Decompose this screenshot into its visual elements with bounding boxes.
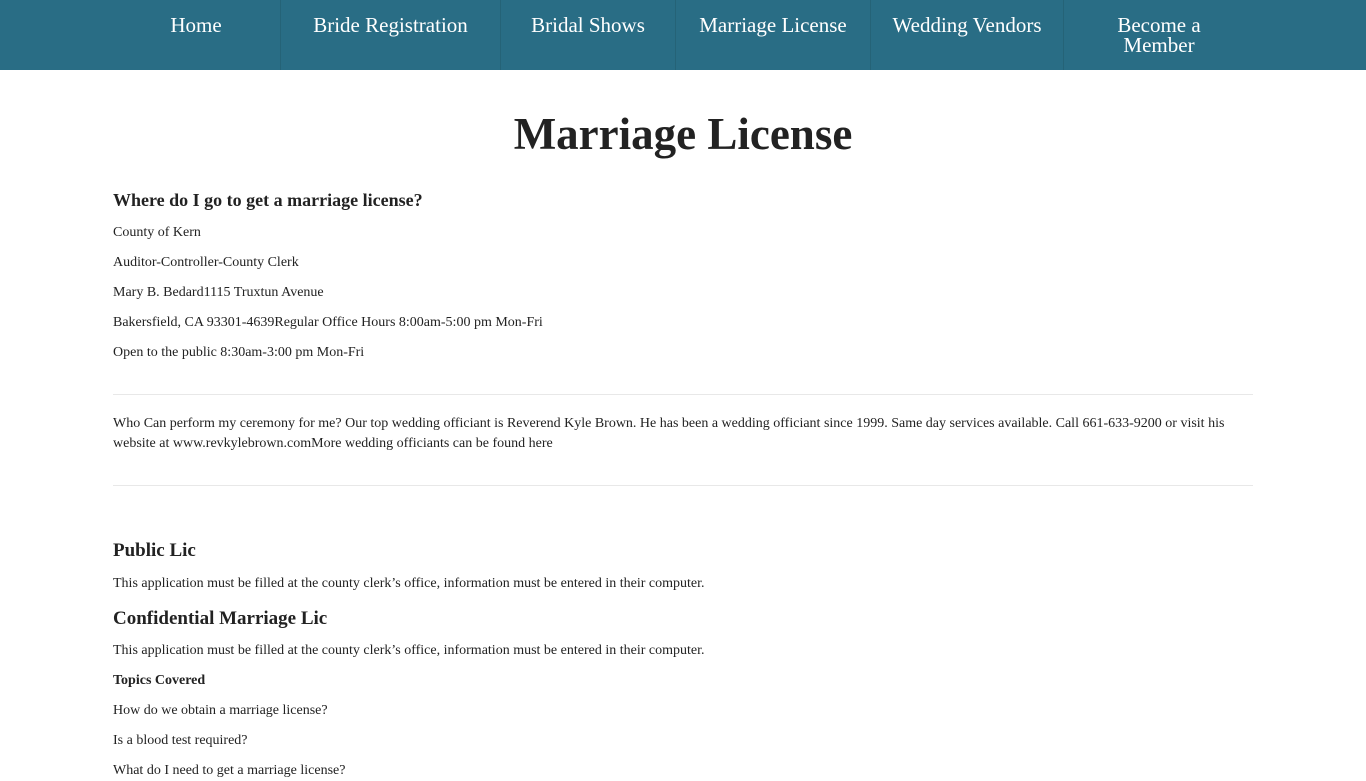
nav-item-marriage-license[interactable]: Marriage License [676,0,871,70]
address-line: Open to the public 8:30am-3:00 pm Mon-Fr… [113,345,365,360]
confidential-license-text: This application must be filled at the c… [113,643,705,658]
nav-item-label-line2: Member [1123,33,1195,57]
nav-item-label-line1: Become a [1117,13,1201,37]
topics-heading: Topics Covered [113,673,206,688]
main-navigation: Home Bride Registration Bridal Shows Mar… [0,0,1366,70]
address-line: County of Kern [113,225,201,240]
page-title: Marriage License [513,109,853,159]
divider [113,394,1253,395]
topic-item: What do I need to get a marriage license… [113,763,346,778]
public-license-heading: Public Lic [113,540,196,561]
nav-menu: Home Bride Registration Bridal Shows Mar… [112,0,1254,70]
nav-item-home[interactable]: Home [112,0,281,70]
confidential-license-heading: Confidential Marriage Lic [113,608,328,629]
address-line: Auditor-Controller-County Clerk [113,255,299,270]
nav-item-bridal-shows[interactable]: Bridal Shows [501,0,676,70]
address-line: Bakersfield, CA 93301-4639Regular Office… [113,315,543,330]
nav-item-bride-registration[interactable]: Bride Registration [281,0,501,70]
where-heading: Where do I go to get a marriage license? [113,190,423,210]
nav-item-become-a-member[interactable]: Become a Member [1064,0,1254,70]
topic-item: How do we obtain a marriage license? [113,703,328,718]
nav-item-wedding-vendors[interactable]: Wedding Vendors [871,0,1064,70]
topic-item: Is a blood test required? [113,733,248,748]
address-line: Mary B. Bedard1115 Truxtun Avenue [113,285,324,300]
public-license-text: This application must be filled at the c… [113,576,705,591]
divider [113,485,1253,486]
officiant-paragraph: Who Can perform my ceremony for me? Our … [113,416,1225,451]
